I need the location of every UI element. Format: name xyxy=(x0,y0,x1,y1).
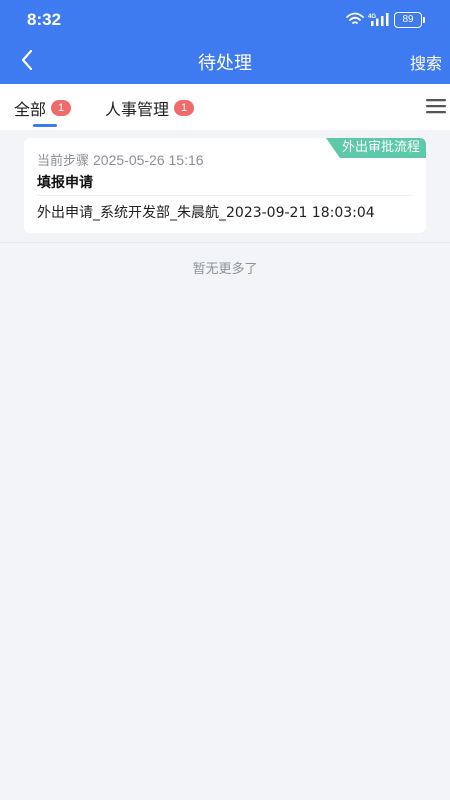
tab-hr-management-label: 人事管理 xyxy=(105,100,170,119)
status-icons: 4G 89 xyxy=(346,11,425,30)
current-step-label: 当前步骤 xyxy=(37,154,90,169)
card-description: 外出申请_系统开发部_朱晨航_2023-09-21 18:03:04 xyxy=(37,205,375,221)
tab-hr-management-badge: 1 xyxy=(174,100,195,116)
battery-icon: 89 xyxy=(394,12,425,28)
wifi-icon xyxy=(346,11,364,30)
no-more-text: 暂无更多了 xyxy=(192,262,258,277)
page-title: 待处理 xyxy=(198,53,252,74)
tab-all-badge: 1 xyxy=(51,100,72,116)
nav-bar: 待处理 搜索 xyxy=(0,40,450,84)
status-time: 8:32 xyxy=(27,10,62,29)
current-step: 当前步骤 2025-05-26 15:16 xyxy=(37,150,204,169)
tab-all[interactable]: 全部 1 xyxy=(14,96,72,120)
list-divider xyxy=(0,242,450,243)
process-tag: 外出审批流程 xyxy=(325,138,426,158)
card-divider xyxy=(37,195,413,196)
tab-hr-management[interactable]: 人事管理 1 xyxy=(105,96,195,120)
status-bar: 8:32 4G 89 xyxy=(0,0,450,40)
svg-text:4G: 4G xyxy=(368,14,376,20)
todo-card[interactable]: 外出审批流程 当前步骤 2025-05-26 15:16 填报申请 外出申请_系统… xyxy=(24,138,426,233)
tab-all-label: 全部 xyxy=(14,100,47,119)
app-header: 8:32 4G 89 待处理 搜索 xyxy=(0,0,450,84)
current-step-time: 2025-05-26 15:16 xyxy=(93,152,204,168)
search-button[interactable]: 搜索 xyxy=(410,50,442,74)
menu-button[interactable] xyxy=(426,96,446,116)
hamburger-menu-icon xyxy=(426,99,446,120)
active-tab-indicator xyxy=(33,124,57,127)
card-title: 填报申请 xyxy=(37,175,93,191)
tab-bar: 全部 1 人事管理 1 xyxy=(0,84,450,130)
signal-icon: 4G xyxy=(368,11,390,30)
